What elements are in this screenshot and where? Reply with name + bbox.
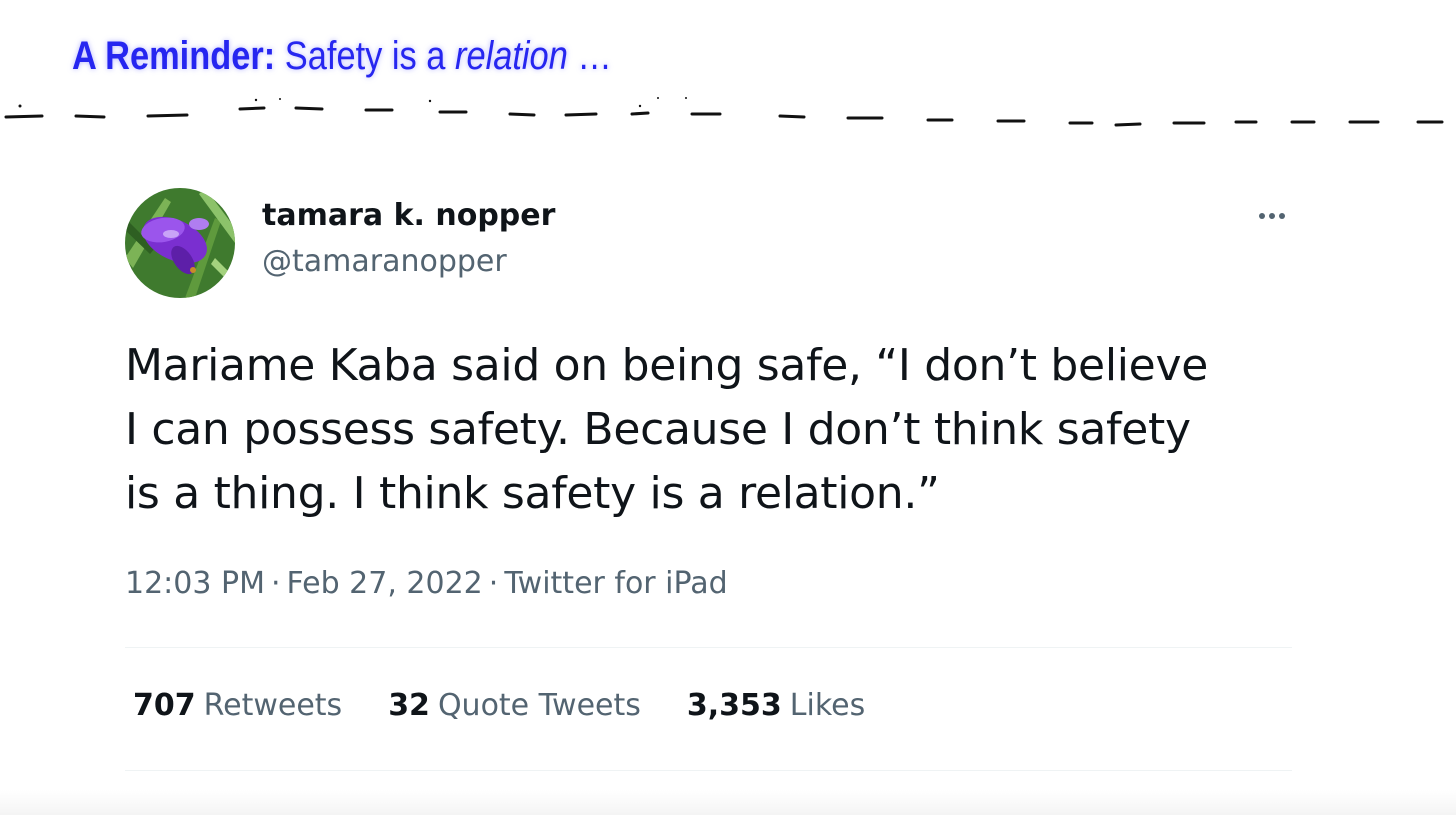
quote-tweets-label: Quote Tweets [437,688,641,723]
tweet-stats: 707 Retweets 32 Quote Tweets 3,353 Likes [133,688,865,723]
heading-normal: Safety is a [284,34,446,78]
meta-separator: · [270,566,281,601]
retweets-stat[interactable]: 707 Retweets [133,688,342,723]
heading-italic: relation [454,34,568,78]
likes-label: Likes [789,688,866,723]
more-options-icon-dot [1269,213,1275,219]
author-handle[interactable]: @tamaranopper [262,244,507,279]
slide-heading: A Reminder: Safety is a relation … [72,30,612,82]
hand-drawn-dashed-divider [4,97,1444,127]
retweets-count: 707 [133,688,196,723]
purple-flower-avatar-icon [125,188,235,298]
tweet-source[interactable]: Twitter for iPad [504,566,727,601]
quote-tweets-stat[interactable]: 32 Quote Tweets [388,688,641,723]
likes-stat[interactable]: 3,353 Likes [687,688,865,723]
tweet-text-line: I can possess safety. Because I don’t th… [125,404,1191,455]
more-options-button[interactable] [1252,204,1292,228]
heading-bold: A Reminder: [72,34,276,78]
more-options-icon-dot [1279,213,1285,219]
tweet-metadata: 12:03 PM · Feb 27, 2022 · Twitter for iPad [125,566,728,601]
tweet-card: tamara k. nopper @tamaranopper Mariame K… [125,188,1292,788]
tweet-date[interactable]: Feb 27, 2022 [287,566,483,601]
tweet-text: Mariame Kaba said on being safe, “I don’… [125,334,1292,526]
tweet-text-line: Mariame Kaba said on being safe, “I don’… [125,340,1208,391]
tweet-text-line: is a thing. I think safety is a relation… [125,468,940,519]
tweet-time[interactable]: 12:03 PM [125,566,265,601]
author-name[interactable]: tamara k. nopper [262,198,555,233]
author-avatar[interactable] [125,188,235,298]
divider-top [125,647,1292,648]
heading-ellipsis: … [577,34,612,78]
likes-count: 3,353 [686,688,782,723]
divider-bottom [125,770,1292,771]
quote-tweets-count: 32 [388,688,430,723]
retweets-label: Retweets [203,688,343,723]
bottom-edge-shade [0,790,1456,815]
meta-separator: · [488,566,499,601]
more-options-icon [1259,213,1265,219]
